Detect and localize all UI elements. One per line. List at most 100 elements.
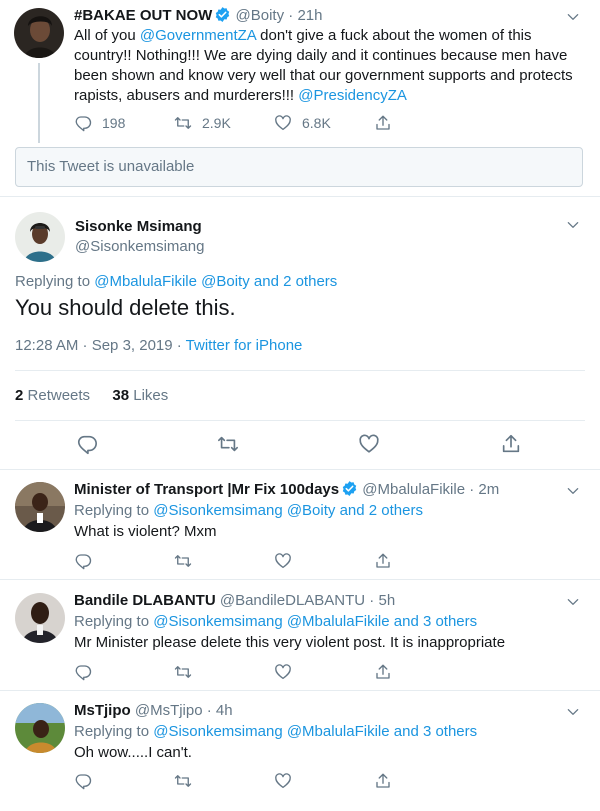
avatar[interactable] <box>15 482 65 532</box>
retweets-stat[interactable]: 2 Retweets <box>15 387 90 404</box>
tweet-text: You should delete this. <box>15 295 236 320</box>
share-button[interactable] <box>374 772 392 790</box>
like-icon <box>274 663 292 681</box>
avatar[interactable] <box>15 703 65 753</box>
tweet-unavailable-notice: This Tweet is unavailable <box>15 147 583 187</box>
share-button[interactable] <box>374 552 392 570</box>
likes-stat[interactable]: 38 Likes <box>112 387 168 404</box>
like-count: 6.8K <box>302 115 331 131</box>
replying-to-link[interactable]: @Sisonkemsimang @MbalulaFikile and 3 oth… <box>153 613 477 630</box>
handle[interactable]: @BandileDLABANTU <box>220 592 365 609</box>
display-name[interactable]: Sisonke Msimang <box>75 218 202 235</box>
tweet-text: Mr Minister please delete this very viol… <box>74 634 506 651</box>
share-icon <box>374 114 392 132</box>
reply-button[interactable] <box>74 772 174 790</box>
main-tweet <box>0 196 600 197</box>
like-icon <box>274 552 292 570</box>
like-icon <box>358 433 380 455</box>
tweet-text: What is violent? Mxm <box>74 523 217 540</box>
share-button[interactable] <box>500 433 522 455</box>
tweet-actions <box>76 433 516 457</box>
replying-label: Replying to <box>74 723 154 740</box>
chevron-down-icon[interactable] <box>566 10 580 24</box>
share-button[interactable] <box>374 114 392 132</box>
tweet-header: Bandile DLABANTU @BandileDLABANTU · 5h <box>74 591 395 611</box>
timestamp[interactable]: 5h <box>378 592 395 609</box>
retweets-label: Retweets <box>27 387 91 404</box>
replying-to: Replying to @Sisonkemsimang @MbalulaFiki… <box>74 722 477 742</box>
replying-to-link[interactable]: @MbalulaFikile @Boity and 2 others <box>94 273 337 290</box>
reply-button[interactable] <box>74 663 174 681</box>
handle[interactable]: @Boity <box>236 7 285 24</box>
reply-tweet[interactable]: MsTjipo @MsTjipo · 4h Replying to @Sison… <box>0 691 600 811</box>
tweet-actions <box>74 771 392 791</box>
retweet-button[interactable] <box>174 552 274 570</box>
share-button[interactable] <box>374 663 392 681</box>
reply-button[interactable] <box>76 433 98 455</box>
mention-link[interactable]: @GovernmentZA <box>140 27 256 44</box>
avatar[interactable] <box>14 8 64 58</box>
reply-icon <box>74 772 92 790</box>
reply-icon <box>74 552 92 570</box>
avatar[interactable] <box>15 593 65 643</box>
retweet-button[interactable]: 2.9K <box>174 114 274 132</box>
display-name[interactable]: MsTjipo <box>74 702 131 719</box>
reply-count: 198 <box>102 115 126 131</box>
tweet-boity[interactable]: #BAKAE OUT NOW @Boity · 21h All of you @… <box>0 0 600 143</box>
chevron-down-icon[interactable] <box>566 705 580 719</box>
display-name[interactable]: #BAKAE OUT NOW <box>74 7 212 24</box>
mention-link[interactable]: @PresidencyZA <box>298 87 407 104</box>
timestamp[interactable]: 4h <box>216 702 233 719</box>
replying-label: Replying to <box>15 273 95 290</box>
verified-icon <box>341 480 358 497</box>
chevron-down-icon[interactable] <box>566 595 580 609</box>
source-link[interactable]: Twitter for iPhone <box>186 337 303 354</box>
tweet-meta: 12:28 AM · Sep 3, 2019 · Twitter for iPh… <box>15 337 302 354</box>
display-name[interactable]: Minister of Transport |Mr Fix 100days <box>74 481 339 498</box>
tweet-actions: 198 2.9K 6.8K <box>74 113 392 133</box>
handle[interactable]: @MbalulaFikile <box>362 481 465 498</box>
handle[interactable]: @MsTjipo <box>135 702 203 719</box>
reply-button[interactable] <box>74 552 174 570</box>
tweet-header: Minister of Transport |Mr Fix 100days @M… <box>74 480 499 500</box>
timestamp[interactable]: 2m <box>478 481 499 498</box>
tweet-header: #BAKAE OUT NOW @Boity · 21h <box>74 6 322 26</box>
retweet-button[interactable] <box>174 663 274 681</box>
handle[interactable]: @Sisonkemsimang <box>75 238 204 255</box>
reply-icon <box>74 114 92 132</box>
timestamp[interactable]: 12:28 AM · Sep 3, 2019 · <box>15 337 186 354</box>
like-button[interactable] <box>274 663 374 681</box>
retweet-icon <box>217 433 239 455</box>
replying-to-link[interactable]: @Sisonkemsimang @Boity and 2 others <box>153 502 423 519</box>
chevron-down-icon[interactable] <box>566 484 580 498</box>
like-icon <box>274 114 292 132</box>
reply-button[interactable]: 198 <box>74 114 174 132</box>
timestamp[interactable]: 21h <box>297 7 322 24</box>
separator-dot: · <box>284 7 298 24</box>
retweets-count: 2 <box>15 387 24 404</box>
retweet-button[interactable] <box>217 433 239 455</box>
reply-icon <box>76 433 98 455</box>
share-icon <box>500 433 522 455</box>
like-button[interactable] <box>358 433 380 455</box>
avatar[interactable] <box>15 212 65 262</box>
chevron-down-icon[interactable] <box>566 218 580 232</box>
share-icon <box>374 552 392 570</box>
like-icon <box>274 772 292 790</box>
retweet-button[interactable] <box>174 772 274 790</box>
replying-to: Replying to @Sisonkemsimang @Boity and 2… <box>74 501 423 521</box>
tweet-text: Oh wow.....I can't. <box>74 744 192 761</box>
separator-dot: · <box>202 702 216 719</box>
display-name[interactable]: Bandile DLABANTU <box>74 592 216 609</box>
verified-icon <box>214 6 231 23</box>
replying-label: Replying to <box>74 613 154 630</box>
replying-to-link[interactable]: @Sisonkemsimang @MbalulaFikile and 3 oth… <box>153 723 477 740</box>
like-button[interactable] <box>274 552 374 570</box>
retweet-icon <box>174 772 192 790</box>
divider <box>15 370 585 371</box>
reply-tweet[interactable]: Minister of Transport |Mr Fix 100days @M… <box>0 470 600 580</box>
tweet-header: MsTjipo @MsTjipo · 4h <box>74 701 233 721</box>
like-button[interactable] <box>274 772 374 790</box>
share-icon <box>374 663 392 681</box>
like-button[interactable]: 6.8K <box>274 114 374 132</box>
